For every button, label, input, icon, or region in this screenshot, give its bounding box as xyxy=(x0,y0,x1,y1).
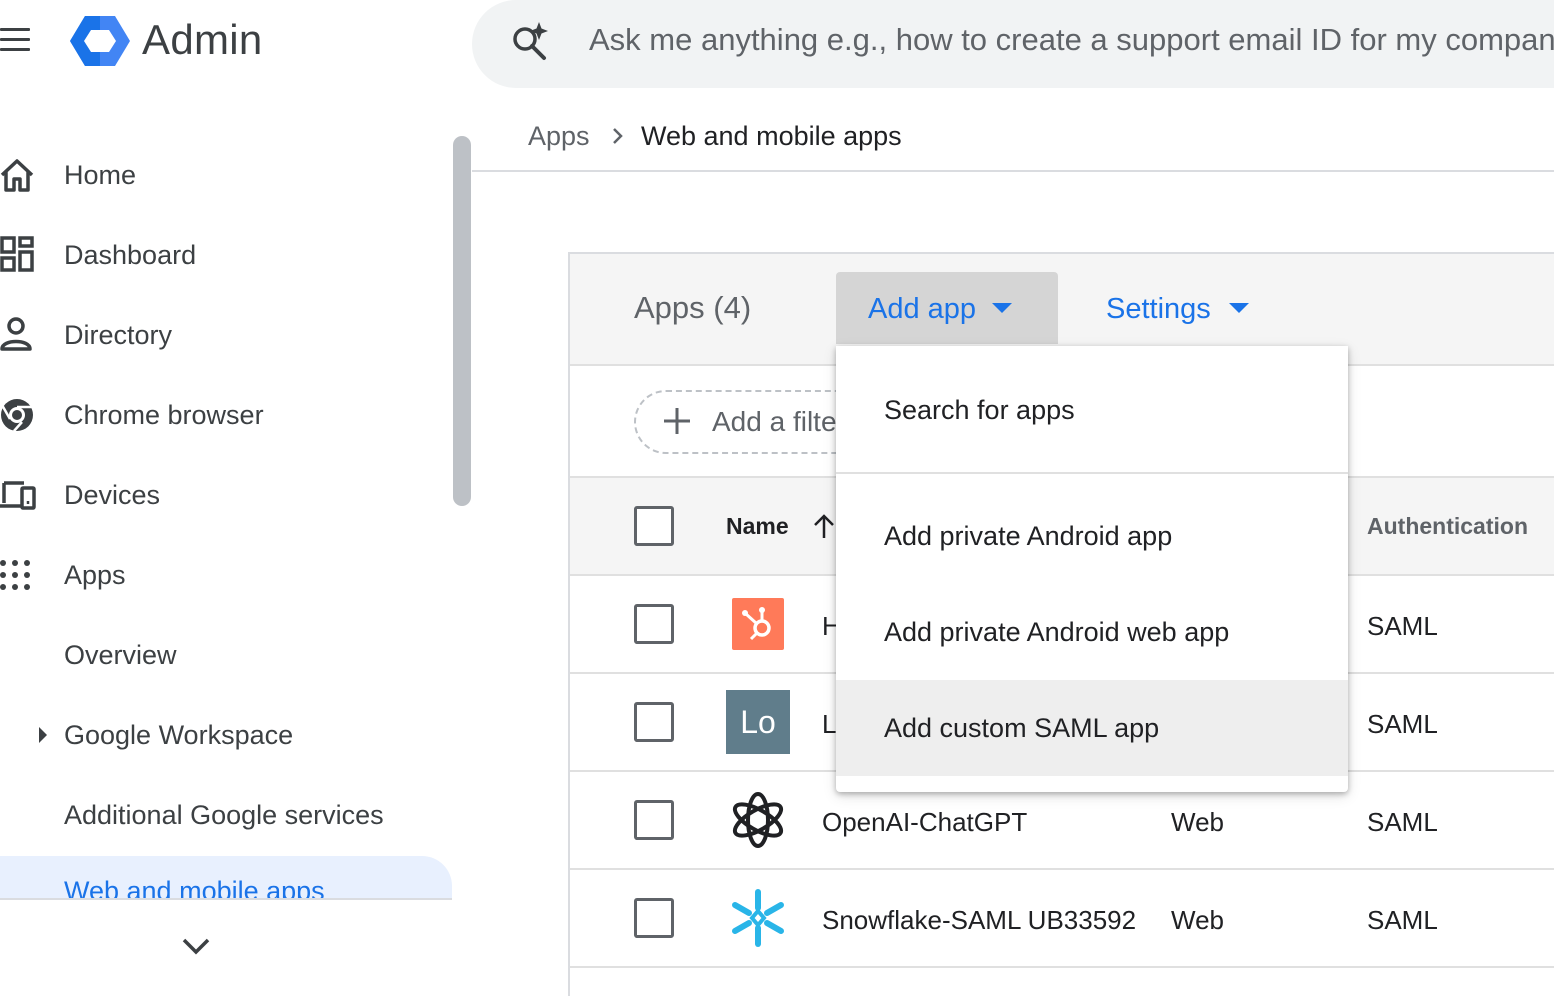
select-all-checkbox[interactable] xyxy=(634,506,674,546)
row-app-name: Snowflake-SAML UB33592 xyxy=(822,905,1137,935)
row-app-name: OpenAI-ChatGPT xyxy=(822,807,1028,837)
breadcrumb-apps-link[interactable]: Apps xyxy=(528,121,590,152)
caret-down-icon xyxy=(992,303,1012,313)
apps-count-title: Apps (4) xyxy=(634,290,752,325)
sidebar-item-chrome-browser[interactable]: Chrome browser xyxy=(0,395,300,435)
row-checkbox[interactable] xyxy=(634,800,674,840)
row-checkbox[interactable] xyxy=(634,702,674,742)
sidebar-item-devices[interactable]: Devices xyxy=(0,475,300,515)
sidebar-item-apps[interactable]: Apps xyxy=(0,555,300,595)
sort-ascending-icon[interactable] xyxy=(812,512,836,540)
sidebar-item-label: Web and mobile apps xyxy=(64,876,325,900)
caret-down-icon xyxy=(1229,303,1249,313)
plus-icon xyxy=(664,408,690,434)
hubspot-logo-icon xyxy=(732,598,784,650)
column-header-name[interactable]: Name xyxy=(726,513,789,540)
sidebar-item-home[interactable]: Home xyxy=(0,155,300,195)
row-checkbox[interactable] xyxy=(634,898,674,938)
sidebar-scrollbar[interactable] xyxy=(453,136,471,506)
ai-search-icon xyxy=(513,22,548,60)
chrome-icon xyxy=(0,399,33,432)
sidebar-item-web-and-mobile-apps[interactable]: Web and mobile apps xyxy=(0,856,452,900)
expand-arrow-icon[interactable] xyxy=(39,727,47,743)
chevron-right-icon xyxy=(613,128,623,144)
sidebar-item-label: Directory xyxy=(64,319,173,350)
snowflake-logo-icon xyxy=(732,889,784,947)
settings-button[interactable]: Settings xyxy=(1106,293,1211,326)
row-auth: SAML xyxy=(1367,905,1438,935)
menu-item-add-private-android-web-app[interactable]: Add private Android web app xyxy=(836,584,1348,680)
openai-logo-icon xyxy=(732,792,784,848)
sidebar-divider xyxy=(0,898,452,900)
sidebar-item-label: Overview xyxy=(64,639,177,670)
person-icon xyxy=(0,317,32,351)
sidebar-item-label: Google Workspace xyxy=(64,719,294,750)
devices-icon xyxy=(0,481,36,510)
sidebar-item-google-workspace[interactable]: Google Workspace xyxy=(0,715,320,755)
sidebar-item-label: Devices xyxy=(64,479,161,510)
app-title: Admin xyxy=(142,16,263,63)
chevron-down-icon[interactable] xyxy=(180,934,212,958)
menu-divider xyxy=(836,472,1348,474)
lo-logo-icon: Lo xyxy=(726,690,790,754)
sidebar-item-directory[interactable]: Directory xyxy=(0,315,300,355)
main-menu-icon[interactable] xyxy=(0,28,30,52)
menu-item-add-private-android-app[interactable]: Add private Android app xyxy=(836,488,1348,584)
sidebar-item-label: Chrome browser xyxy=(64,399,264,430)
row-app-type: Web xyxy=(1171,807,1224,837)
row-app-name: L xyxy=(822,709,837,739)
column-header-authentication[interactable]: Authentication xyxy=(1367,513,1528,540)
dashboard-icon xyxy=(0,236,34,272)
breadcrumb-divider xyxy=(472,170,1554,172)
row-auth: SAML xyxy=(1367,611,1438,641)
row-auth: SAML xyxy=(1367,807,1438,837)
row-checkbox[interactable] xyxy=(634,604,674,644)
menu-item-add-custom-saml-app[interactable]: Add custom SAML app xyxy=(836,680,1348,776)
row-auth: SAML xyxy=(1367,709,1438,739)
sidebar-item-additional-google-services[interactable]: Additional Google services xyxy=(0,795,420,835)
home-icon xyxy=(0,159,34,192)
menu-item-search-for-apps[interactable]: Search for apps xyxy=(836,362,1348,458)
breadcrumb-current: Web and mobile apps xyxy=(641,121,902,151)
search-input[interactable]: Ask me anything e.g., how to create a su… xyxy=(589,22,1554,58)
sidebar-item-dashboard[interactable]: Dashboard xyxy=(0,235,300,275)
admin-logo-icon xyxy=(70,16,130,66)
sidebar-item-label: Additional Google services xyxy=(64,799,384,830)
add-app-label: Add app xyxy=(868,293,977,325)
add-app-dropdown-menu: Search for apps Add private Android app … xyxy=(836,346,1348,792)
sidebar-item-label: Dashboard xyxy=(64,239,197,270)
sidebar-item-label: Apps xyxy=(64,559,126,590)
sidebar-item-label: Home xyxy=(64,159,137,190)
add-filter-label: Add a filter xyxy=(712,406,836,437)
apps-grid-icon xyxy=(0,560,30,590)
row-app-type: Web xyxy=(1171,905,1224,935)
sidebar-item-overview[interactable]: Overview xyxy=(0,635,300,675)
